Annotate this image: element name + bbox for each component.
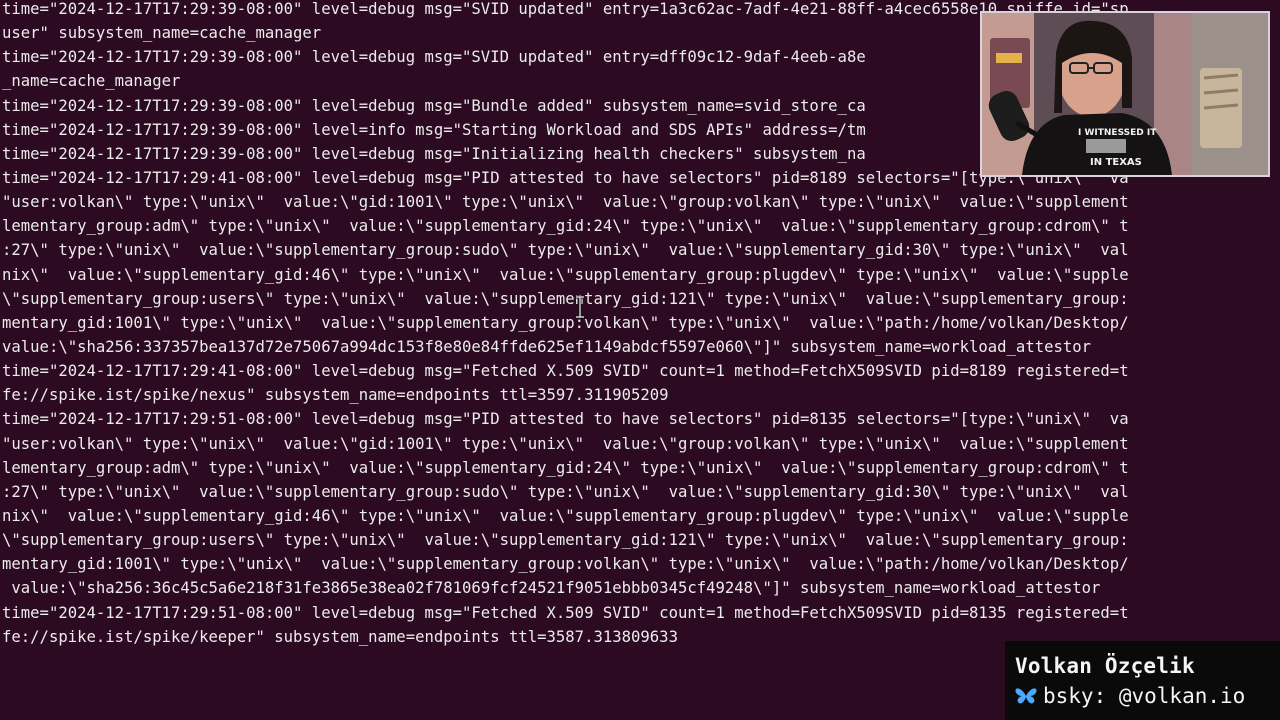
log-line: lementary_group:adm\" type:\"unix\" valu…	[2, 458, 1129, 477]
log-line: nix\" value:\"supplementary_gid:46\" typ…	[2, 506, 1129, 525]
log-line: mentary_gid:1001\" type:\"unix\" value:\…	[2, 555, 1129, 574]
log-line: time="2024-12-17T17:29:39-08:00" level=d…	[2, 0, 1129, 18]
butterfly-icon	[1015, 688, 1037, 704]
log-line: time="2024-12-17T17:29:41-08:00" level=d…	[2, 168, 1129, 187]
log-line: time="2024-12-17T17:29:39-08:00" level=i…	[2, 120, 866, 139]
log-line: "user:volkan\" type:\"unix\" value:\"gid…	[2, 434, 1129, 453]
webcam-image: I WITNESSED IT IN TEXAS	[982, 13, 1268, 175]
log-line: lementary_group:adm\" type:\"unix\" valu…	[2, 217, 1129, 236]
presenter-name: Volkan Özçelik	[1015, 654, 1195, 678]
log-line: user" subsystem_name=cache_manager	[2, 24, 322, 43]
log-line: fe://spike.ist/spike/nexus" subsystem_na…	[2, 386, 669, 405]
log-line: \"supplementary_group:users\" type:\"uni…	[2, 289, 1129, 308]
presenter-handle: bsky: @volkan.io	[1043, 684, 1246, 708]
log-line: value:\"sha256:36c45c5a6e218f31fe3865e38…	[2, 579, 1101, 598]
log-line: value:\"sha256:337357bea137d72e75067a994…	[2, 337, 1092, 356]
presenter-handle-row: bsky: @volkan.io	[1015, 683, 1280, 709]
log-line: _name=cache_manager	[2, 72, 181, 91]
log-line: "user:volkan\" type:\"unix\" value:\"gid…	[2, 193, 1129, 212]
log-line: time="2024-12-17T17:29:39-08:00" level=d…	[2, 48, 866, 67]
shirt-text-bottom: IN TEXAS	[1090, 157, 1142, 168]
log-line: time="2024-12-17T17:29:51-08:00" level=d…	[2, 410, 1129, 429]
log-line: mentary_gid:1001\" type:\"unix\" value:\…	[2, 313, 1129, 332]
log-line: time="2024-12-17T17:29:39-08:00" level=d…	[2, 96, 866, 115]
log-line: time="2024-12-17T17:29:39-08:00" level=d…	[2, 144, 866, 163]
log-line: fe://spike.ist/spike/keeper" subsystem_n…	[2, 627, 678, 646]
webcam-overlay: I WITNESSED IT IN TEXAS	[980, 11, 1270, 177]
log-line: :27\" type:\"unix\" value:\"supplementar…	[2, 241, 1129, 260]
terminal-output: time="2024-12-17T17:29:39-08:00" level=d…	[2, 0, 1129, 649]
log-line: time="2024-12-17T17:29:41-08:00" level=d…	[2, 362, 1129, 381]
log-line: \"supplementary_group:users\" type:\"uni…	[2, 531, 1129, 550]
log-line: :27\" type:\"unix\" value:\"supplementar…	[2, 482, 1129, 501]
log-line: time="2024-12-17T17:29:51-08:00" level=d…	[2, 603, 1129, 622]
log-line: nix\" value:\"supplementary_gid:46\" typ…	[2, 265, 1129, 284]
shirt-text-top: I WITNESSED IT	[1078, 128, 1157, 138]
presenter-caption: Volkan Özçelik bsky: @volkan.io	[1005, 641, 1280, 720]
